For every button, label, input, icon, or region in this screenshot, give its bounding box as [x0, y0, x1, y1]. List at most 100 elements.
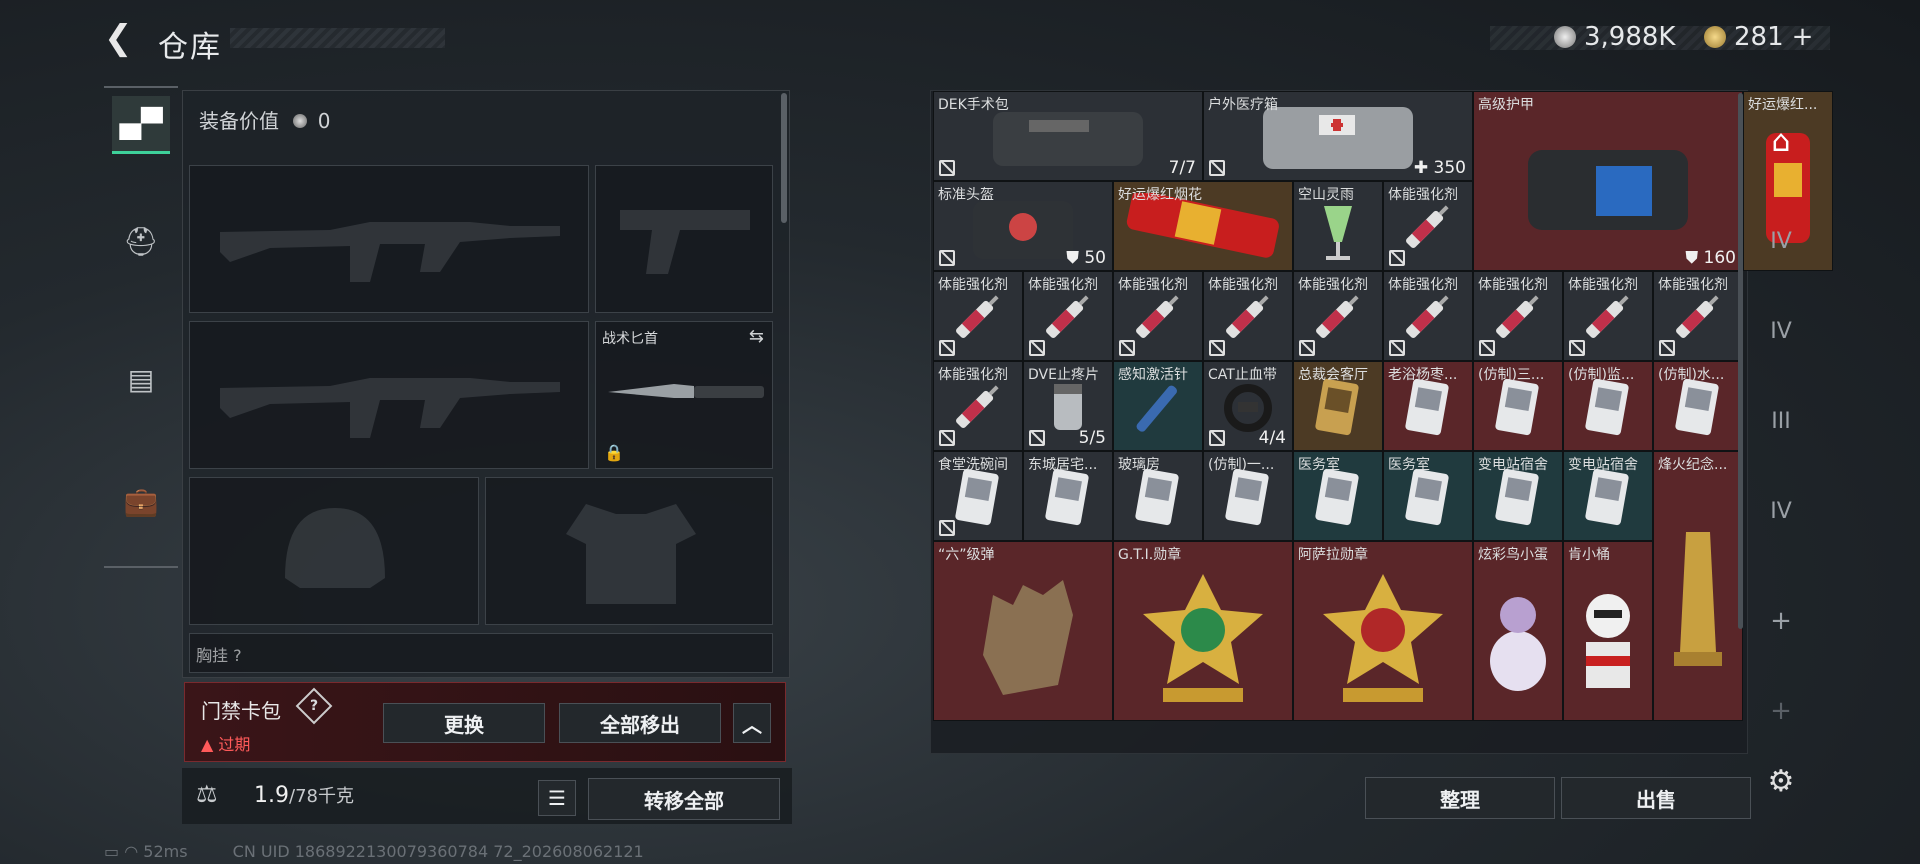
trophy-icon: [1666, 522, 1730, 676]
add-icon: +: [1770, 606, 1792, 636]
inventory-item[interactable]: (仿制)水...: [1653, 361, 1743, 451]
inventory-item[interactable]: 体能强化剂: [1473, 271, 1563, 361]
settings-button[interactable]: ⚙: [1752, 752, 1810, 810]
inventory-item[interactable]: 变电站宿舍: [1473, 451, 1563, 541]
item-name: 食堂洗碗间: [938, 457, 1008, 473]
lock-icon: 🔒: [604, 443, 624, 462]
inventory-item[interactable]: (仿制)三...: [1473, 361, 1563, 451]
armor-slot[interactable]: [485, 477, 773, 625]
home-storage-icon: ⌂: [1771, 123, 1791, 159]
collapse-button[interactable]: ︿: [733, 703, 771, 743]
inventory-item[interactable]: 东城居宅...: [1023, 451, 1113, 541]
tab-equipment[interactable]: ⛑: [112, 212, 170, 270]
primary-weapon-slot[interactable]: [189, 165, 589, 313]
vest-icon: ▤: [127, 362, 155, 396]
inventory-item[interactable]: 体能强化剂: [1293, 271, 1383, 361]
rifle-silhouette-icon: [220, 378, 560, 438]
inventory-item[interactable]: 体能强化剂: [1383, 181, 1473, 271]
help-icon[interactable]: ?: [295, 687, 333, 725]
tab-storage-5[interactable]: IV: [1752, 482, 1810, 540]
silver-amount: 3,988K: [1584, 22, 1676, 52]
inventory-item[interactable]: 体能强化剂: [1023, 271, 1113, 361]
tab-storage-4[interactable]: III: [1752, 392, 1810, 450]
inventory-item[interactable]: 体能强化剂: [1563, 271, 1653, 361]
inventory-item[interactable]: (仿制)一...: [1203, 451, 1293, 541]
secondary-weapon-slot[interactable]: [595, 165, 773, 313]
melee-slot[interactable]: 战术匕首 ⇆ 🔒: [595, 321, 773, 469]
tab-weapons[interactable]: ▄▀: [112, 96, 170, 154]
item-name: (仿制)一...: [1208, 457, 1275, 473]
inventory-item[interactable]: 体能强化剂: [933, 361, 1023, 451]
tab-vest[interactable]: ▤: [112, 350, 170, 408]
add-storage-tab-locked[interactable]: +: [1752, 682, 1810, 740]
syringe-icon: [1126, 288, 1190, 352]
inventory-item[interactable]: DVE止疼片 5/5: [1023, 361, 1113, 451]
camera-tier-icon: IV: [1770, 318, 1792, 344]
inventory-item[interactable]: 体能强化剂: [933, 271, 1023, 361]
item-name: “六”级弹: [938, 547, 995, 563]
list-icon: ☰: [548, 786, 566, 810]
inventory-item[interactable]: 体能强化剂: [1653, 271, 1743, 361]
inventory-item[interactable]: 食堂洗碗间: [933, 451, 1023, 541]
injector-icon: [1126, 378, 1190, 442]
inventory-item[interactable]: 变电站宿舍: [1563, 451, 1653, 541]
sort-button[interactable]: 整理: [1365, 777, 1555, 819]
inventory-item[interactable]: 炫彩鸟小蛋: [1473, 541, 1563, 721]
item-name: 体能强化剂: [938, 367, 1008, 383]
currency-gold[interactable]: 281 +: [1704, 20, 1813, 54]
inventory-item[interactable]: 好运爆红烟花: [1113, 181, 1293, 271]
item-name: 感知激活针: [1118, 367, 1188, 383]
tab-storage-2[interactable]: IV: [1752, 212, 1810, 270]
inventory-item[interactable]: 玻璃房: [1113, 451, 1203, 541]
rifle-tier-icon: III: [1771, 408, 1791, 434]
inventory-item[interactable]: 体能强化剂: [1203, 271, 1293, 361]
add-currency-icon[interactable]: +: [1792, 22, 1814, 52]
armorbag-icon: [1522, 140, 1694, 240]
inventory-item[interactable]: 户外医疗箱 ✚ 350: [1203, 91, 1473, 181]
gold-amount: 281: [1734, 22, 1784, 52]
item-name: 户外医疗箱: [1208, 97, 1278, 113]
keycard-icon: [1313, 467, 1363, 533]
inventory-item[interactable]: G.T.I.勋章: [1113, 541, 1293, 721]
inventory-item[interactable]: 体能强化剂: [1113, 271, 1203, 361]
inventory-item[interactable]: 肯小桶: [1563, 541, 1653, 721]
inventory-item[interactable]: 空山灵雨: [1293, 181, 1383, 271]
tab-backpack[interactable]: 💼: [112, 472, 170, 530]
transfer-all-button[interactable]: 转移全部: [588, 778, 780, 820]
inventory-item[interactable]: 医务室: [1383, 451, 1473, 541]
inventory-item[interactable]: (仿制)监...: [1563, 361, 1653, 451]
inventory-item[interactable]: CAT止血带 4/4: [1203, 361, 1293, 451]
tab-main-storage[interactable]: ⌂: [1752, 112, 1810, 170]
inventory-item[interactable]: DEK手术包 7/7: [933, 91, 1203, 181]
inventory-item[interactable]: 高级护甲 ⛊ 160: [1473, 91, 1743, 271]
inventory-scrollbar[interactable]: [1738, 93, 1743, 629]
inventory-item[interactable]: 烽火纪念...: [1653, 451, 1743, 721]
no-trade-icon: [1209, 430, 1225, 446]
add-storage-tab[interactable]: +: [1752, 592, 1810, 650]
second-primary-slot[interactable]: [189, 321, 589, 469]
inventory-item[interactable]: 体能强化剂: [1383, 271, 1473, 361]
swap-icon[interactable]: ⇆: [749, 326, 764, 347]
tab-storage-3[interactable]: IV: [1752, 302, 1810, 360]
camera-tier-icon: IV: [1770, 498, 1792, 524]
inventory-item[interactable]: 总裁会客厅: [1293, 361, 1383, 451]
inventory-item[interactable]: 医务室: [1293, 451, 1383, 541]
inventory-item[interactable]: 阿萨拉勋章: [1293, 541, 1473, 721]
scrollbar[interactable]: [781, 93, 787, 223]
helmet-slot[interactable]: [189, 477, 479, 625]
inventory-item[interactable]: 感知激活针: [1113, 361, 1203, 451]
inventory-item[interactable]: 标准头盔 ⛊ 50: [933, 181, 1113, 271]
sell-button[interactable]: 出售: [1561, 777, 1751, 819]
item-name: 体能强化剂: [1568, 277, 1638, 293]
list-button[interactable]: ☰: [538, 780, 576, 816]
remove-all-button[interactable]: 全部移出: [559, 703, 721, 743]
back-arrow-icon[interactable]: ❮: [104, 20, 140, 56]
keycard-icon: [1673, 377, 1723, 443]
inventory-item[interactable]: “六”级弹: [933, 541, 1113, 721]
item-name: 炫彩鸟小蛋: [1478, 547, 1548, 563]
chest-rig-slot[interactable]: 胸挂 ?: [189, 633, 773, 673]
status-bar: ▭ ◠ 52ms CN UID 1868922130079360784 72_2…: [104, 842, 644, 861]
replace-button[interactable]: 更换: [383, 703, 545, 743]
inventory-item[interactable]: 老浴杨枣...: [1383, 361, 1473, 451]
loadout-tabs: ▄▀ ⛑ ▤ 💼: [104, 86, 178, 568]
